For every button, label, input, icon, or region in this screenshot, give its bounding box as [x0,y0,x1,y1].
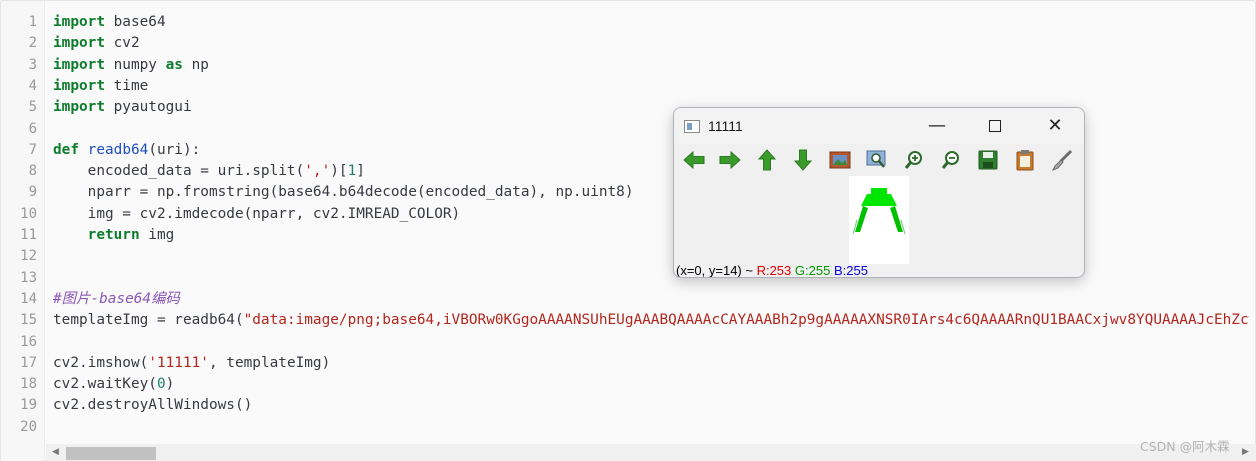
code-line-18: cv2.waitKey(0) [53,376,175,393]
line-number: 9 [28,184,37,201]
line-number: 19 [20,397,37,414]
code-line-11: return img [53,227,175,243]
line-number: 10 [20,205,37,222]
code-line-15: templateImg = readb64("data:image/png;ba… [53,312,1249,329]
scroll-left-icon[interactable]: ◀ [52,447,59,457]
line-number: 5 [28,99,37,116]
line-number: 12 [20,248,37,265]
code-line-14: #图片-base64编码 [53,290,180,307]
pixel-green-value: G:255 [794,263,831,278]
code-line-7: def readb64(uri): [53,141,201,158]
code-line-10: img = cv2.imdecode(nparr, cv2.IMREAD_COL… [53,205,461,222]
code-line-3: import numpy as np [53,56,209,73]
line-number: 20 [20,418,37,435]
window-titlebar[interactable]: 11111 — ✕ [674,108,1084,144]
arrow-up-icon[interactable] [755,148,779,172]
properties-icon[interactable] [1050,148,1074,172]
maximize-icon [989,120,1001,132]
code-line-1: import base64 [53,14,166,30]
arrow-right-icon[interactable] [718,148,742,172]
image-icon[interactable] [828,148,852,172]
line-number: 16 [20,333,37,350]
code-line-8: encoded_data = uri.split(',')[1] [53,163,365,180]
pixel-red-value: R:253 [756,263,792,278]
line-number: 1 [28,14,37,30]
line-number: 2 [28,35,37,52]
line-number: 13 [20,269,37,286]
pixel-coords: (x=0, y=14) ~ [676,263,757,278]
scroll-right-icon[interactable]: ▶ [1242,447,1249,457]
line-number: 6 [28,120,37,137]
image-toolbar [674,146,1084,174]
save-icon[interactable] [976,148,1000,172]
zoom-out-icon[interactable] [939,148,963,172]
zoom-in-icon[interactable] [902,148,926,172]
code-line-9: nparr = np.fromstring(base64.b64decode(e… [53,184,634,201]
line-number: 3 [28,56,37,73]
line-number: 15 [20,312,37,329]
app-icon [684,120,700,133]
line-number: 8 [28,163,37,180]
zoom-fit-icon[interactable] [865,148,889,172]
code-line-19: cv2.destroyAllWindows() [53,397,253,414]
arrow-left-icon[interactable] [682,148,706,172]
opencv-image-window[interactable]: 11111 — ✕ (x=0, y=14) ~ R:253 G:255 B:25… [673,107,1085,278]
minimize-button[interactable]: — [914,112,960,140]
line-number: 7 [28,141,37,158]
code-line-5: import pyautogui [53,99,192,116]
line-number: 11 [20,227,37,243]
line-number: 18 [20,376,37,393]
line-number-gutter: 1 2 3 4 5 6 7 8 9 10 11 12 13 14 15 16 1… [1,1,45,461]
window-title: 11111 [708,118,743,134]
horizontal-scrollbar[interactable]: ◀ ▶ [46,444,1256,461]
copy-icon[interactable] [1013,148,1037,172]
displayed-template-image [849,176,909,264]
line-number: 17 [20,354,37,371]
line-number: 14 [20,290,37,307]
line-number: 4 [28,77,37,94]
watermark: CSDN @阿木霖 [1140,439,1230,454]
arrow-down-icon[interactable] [791,148,815,172]
maximize-button[interactable] [972,112,1018,140]
close-button[interactable]: ✕ [1032,112,1078,140]
scrollbar-thumb[interactable] [66,447,156,460]
code-line-2: import cv2 [53,35,140,52]
pixel-blue-value: B:255 [833,263,868,278]
code-line-4: import time [53,77,149,94]
pixel-status-bar: (x=0, y=14) ~ R:253 G:255 B:255 [676,263,916,278]
code-line-17: cv2.imshow('11111', templateImg) [53,354,331,371]
